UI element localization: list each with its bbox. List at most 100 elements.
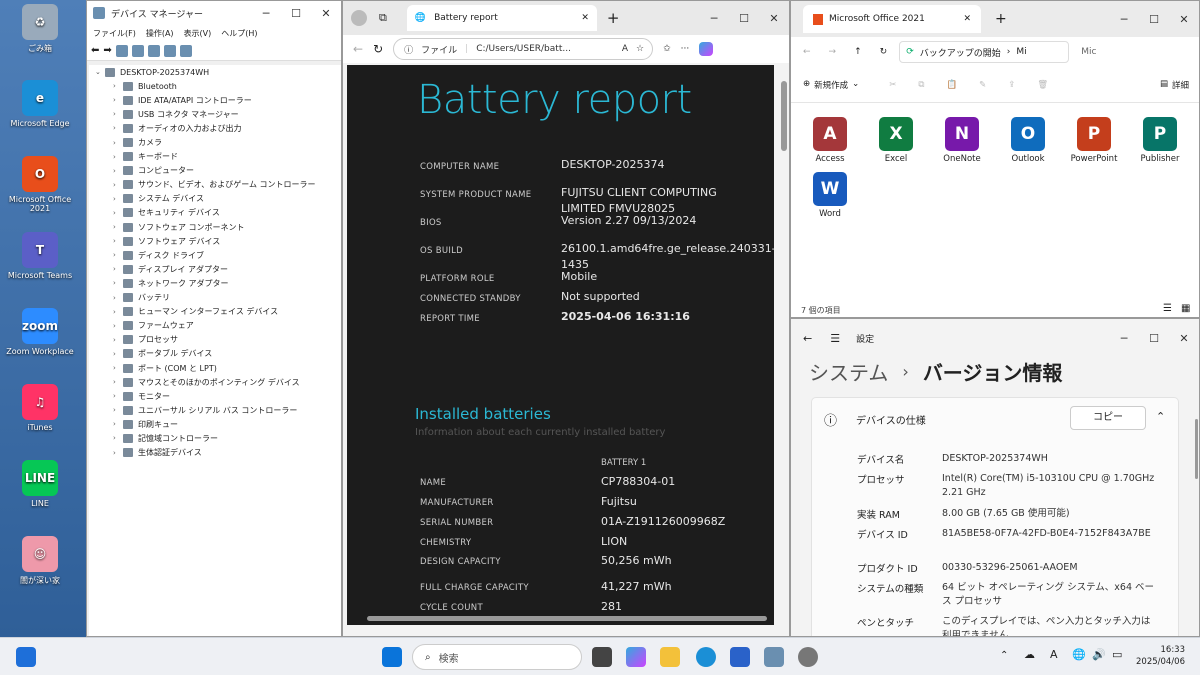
search-input[interactable]: Mic	[1081, 47, 1096, 57]
tree-item[interactable]: › バッテリ	[89, 291, 341, 305]
tree-item[interactable]: › IDE ATA/ATAPI コントローラー	[89, 93, 341, 107]
chevron-right-icon[interactable]: ›	[113, 139, 123, 147]
tab-battery-report[interactable]: 🌐 Battery report ✕	[406, 5, 597, 31]
tree-item[interactable]: › セキュリティ デバイス	[89, 206, 341, 220]
chevron-right-icon[interactable]: ›	[113, 110, 123, 118]
file-item[interactable]: N OneNote	[937, 117, 987, 164]
copy-icon[interactable]: ⧉	[918, 80, 924, 90]
desktop-shortcut[interactable]: e Microsoft Edge	[0, 80, 80, 128]
menu-item[interactable]: 表示(V)	[184, 28, 212, 39]
file-item[interactable]: P Publisher	[1135, 117, 1185, 164]
refresh-icon[interactable]: ↻	[373, 42, 383, 56]
cut-icon[interactable]: ✂	[889, 80, 896, 90]
close-button[interactable]: ✕	[1169, 332, 1199, 345]
tree-item[interactable]: › ディスク ドライブ	[89, 248, 341, 262]
help-icon[interactable]	[131, 44, 144, 57]
file-item[interactable]: A Access	[805, 117, 855, 164]
forward-icon[interactable]: ➡	[103, 45, 111, 56]
tree-item[interactable]: › 印刷キュー	[89, 417, 341, 431]
tree-item[interactable]: › マウスとそのほかのポインティング デバイス	[89, 375, 341, 389]
tree-item[interactable]: › オーディオの入力および出力	[89, 121, 341, 135]
tree-item[interactable]: › モニター	[89, 389, 341, 403]
up-icon[interactable]: ↑	[854, 47, 862, 57]
tree-item[interactable]: › プロセッサ	[89, 333, 341, 347]
desktop-shortcut[interactable]: ♻ ごみ箱	[0, 4, 80, 54]
back-icon[interactable]: ←	[803, 332, 812, 345]
properties-icon[interactable]	[115, 44, 128, 57]
delete-icon[interactable]: 🗑	[1037, 80, 1048, 90]
desktop-shortcut[interactable]: LINE LINE	[0, 460, 80, 508]
refresh-icon[interactable]: ↻	[880, 47, 888, 57]
new-tab-button[interactable]: +	[995, 11, 1007, 27]
tree-item[interactable]: › ポータブル デバイス	[89, 347, 341, 361]
tree-root[interactable]: ⌄ DESKTOP-2025374WH	[89, 65, 341, 79]
chevron-right-icon[interactable]: ›	[113, 378, 123, 386]
maximize-button[interactable]: ☐	[1139, 13, 1169, 26]
profile-icon[interactable]	[351, 10, 367, 26]
clock[interactable]: 16:33 2025/04/06	[1136, 644, 1185, 668]
chevron-right-icon[interactable]: ›	[113, 420, 123, 428]
chevron-right-icon[interactable]: ›	[113, 223, 123, 231]
search-box[interactable]: ⌕ 検索	[412, 644, 582, 670]
chevron-right-icon[interactable]: ›	[113, 153, 123, 161]
vertical-scrollbar[interactable]	[781, 81, 787, 151]
chevron-down-icon[interactable]: ⌄	[95, 68, 105, 76]
read-aloud-icon[interactable]: A	[622, 44, 628, 54]
settings-gear-icon[interactable]	[798, 647, 818, 667]
rename-icon[interactable]: ✎	[979, 80, 986, 90]
chevron-right-icon[interactable]: ›	[113, 167, 123, 175]
close-button[interactable]: ✕	[311, 7, 341, 20]
update-driver-icon[interactable]	[163, 44, 176, 57]
widgets-icon[interactable]	[16, 647, 36, 667]
device-manager-icon[interactable]	[764, 647, 784, 667]
new-button[interactable]: ⊕ 新規作成 ⌄	[803, 79, 859, 91]
chevron-right-icon[interactable]: ›	[113, 336, 123, 344]
chevron-up-icon[interactable]: ⌃	[1156, 410, 1165, 423]
tree-item[interactable]: › ポート (COM と LPT)	[89, 361, 341, 375]
maximize-button[interactable]: ☐	[281, 7, 311, 20]
maximize-button[interactable]: ☐	[1139, 332, 1169, 345]
tree-item[interactable]: › 記憶域コントローラー	[89, 431, 341, 445]
file-explorer-icon[interactable]	[660, 647, 680, 667]
chevron-right-icon[interactable]: ›	[113, 392, 123, 400]
tree-item[interactable]: › ファームウェア	[89, 319, 341, 333]
ime-icon[interactable]: A	[1050, 648, 1058, 661]
chevron-right-icon[interactable]: ›	[113, 294, 123, 302]
horizontal-scrollbar[interactable]	[367, 616, 767, 621]
scan-hardware-icon[interactable]	[179, 44, 192, 57]
file-item[interactable]: W Word	[805, 172, 855, 219]
paste-icon[interactable]: 📋	[946, 80, 957, 90]
tab-actions-icon[interactable]: ⧉	[379, 11, 387, 25]
list-view-icon[interactable]: ☰	[1163, 303, 1172, 314]
close-tab-icon[interactable]: ✕	[963, 14, 971, 24]
desktop-shortcut[interactable]: ☺ 闇が深い家	[0, 536, 80, 586]
chevron-right-icon[interactable]: ›	[113, 322, 123, 330]
minimize-button[interactable]: ─	[1109, 332, 1139, 345]
file-item[interactable]: O Outlook	[1003, 117, 1053, 164]
tree-item[interactable]: › キーボード	[89, 150, 341, 164]
tree-item[interactable]: › ヒューマン インターフェイス デバイス	[89, 305, 341, 319]
tree-item[interactable]: › 生体認証デバイス	[89, 446, 341, 460]
tree-item[interactable]: › ソフトウェア デバイス	[89, 234, 341, 248]
start-icon[interactable]	[382, 647, 402, 667]
close-button[interactable]: ✕	[1169, 13, 1199, 26]
share-icon[interactable]: ⇪	[1008, 80, 1015, 90]
edge-icon[interactable]	[696, 647, 716, 667]
breadcrumb[interactable]: ⟳ バックアップの開始 › Mi	[899, 41, 1070, 63]
minimize-button[interactable]: ─	[251, 7, 281, 20]
minimize-button[interactable]: ─	[1109, 13, 1139, 26]
menu-item[interactable]: 操作(A)	[146, 28, 174, 39]
tree-item[interactable]: › USB コネクタ マネージャー	[89, 107, 341, 121]
store-icon[interactable]	[730, 647, 750, 667]
forward-icon[interactable]: →	[829, 47, 837, 57]
chevron-right-icon[interactable]: ›	[113, 209, 123, 217]
tab-office[interactable]: Microsoft Office 2021 ✕	[803, 5, 981, 33]
network-icon[interactable]: 🌐	[1072, 648, 1086, 661]
desktop-shortcut[interactable]: O Microsoft Office 2021	[0, 156, 80, 213]
settings-scrollbar[interactable]	[1195, 419, 1198, 479]
file-item[interactable]: X Excel	[871, 117, 921, 164]
tree-item[interactable]: › コンピューター	[89, 164, 341, 178]
tree-item[interactable]: › システム デバイス	[89, 192, 341, 206]
tree-item[interactable]: › Bluetooth	[89, 79, 341, 93]
chevron-right-icon[interactable]: ›	[113, 181, 123, 189]
